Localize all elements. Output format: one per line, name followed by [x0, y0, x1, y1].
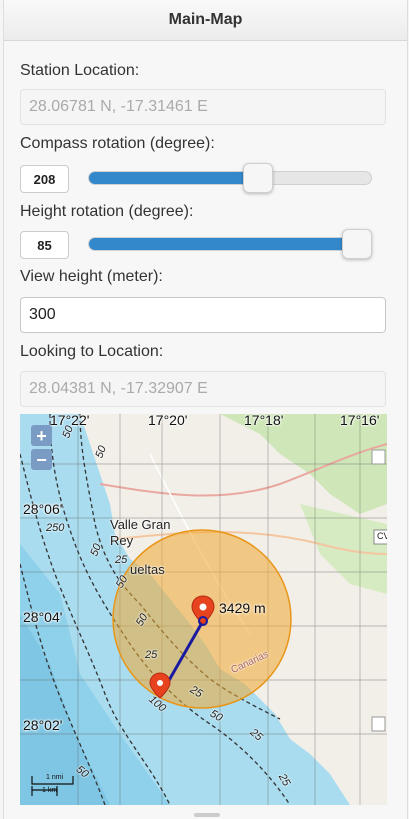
view-height-input[interactable]: 300: [20, 297, 386, 333]
lon-tick-4: 17°16': [340, 414, 380, 428]
lon-tick-2: 17°20': [148, 414, 188, 428]
compass-rotation-fill: [89, 172, 259, 184]
distance-label: 3429 m: [219, 600, 266, 616]
station-location-label: Station Location:: [20, 62, 140, 79]
looking-location-field: 28.04381 N, -17.32907 E: [20, 371, 386, 407]
looking-location-label: Looking to Location:: [20, 343, 164, 360]
lat-tick-2: 28°04': [23, 609, 63, 625]
depth-label: 25: [115, 554, 128, 566]
broken-image-icon: [371, 449, 386, 465]
road-label: CV: [377, 531, 387, 541]
panel-resize-grip[interactable]: [194, 813, 220, 817]
place-label-vueltas: ueltas: [130, 562, 165, 577]
panel-title: Main-Map: [168, 11, 243, 28]
lat-tick-1: 28°06': [23, 501, 63, 517]
height-rotation-track[interactable]: [88, 237, 372, 251]
map-scale: 1 nmi 1 km: [32, 773, 72, 797]
place-label-valle: Valle Gran: [110, 517, 171, 532]
lon-tick-3: 17°18': [244, 414, 284, 428]
station-location-field: 28.06781 N, -17.31461 E: [20, 89, 386, 125]
height-rotation-input[interactable]: 85: [20, 231, 69, 259]
scale-nmi-label: 1 nmi: [46, 774, 64, 781]
compass-rotation-label: Compass rotation (degree):: [20, 135, 215, 152]
height-rotation-thumb[interactable]: [342, 229, 372, 259]
main-map-panel: Main-Map Station Location: 28.06781 N, -…: [3, 0, 408, 819]
compass-rotation-track[interactable]: [88, 171, 372, 185]
place-label-rey: Rey: [110, 533, 134, 548]
compass-rotation-thumb[interactable]: [243, 163, 273, 193]
zoom-in-button[interactable]: +: [31, 425, 52, 446]
scale-km-label: 1 km: [42, 787, 58, 794]
map-tiles: [20, 414, 387, 805]
view-height-label: View height (meter):: [20, 268, 163, 285]
panel-header: Main-Map: [4, 0, 407, 41]
map-view[interactable]: + − 17°22' 17°20' 17°18' 17°16' 28°06' 2…: [20, 414, 387, 805]
depth-label: 250: [46, 522, 65, 534]
zoom-out-button[interactable]: −: [31, 449, 52, 470]
compass-rotation-input[interactable]: 208: [20, 165, 69, 193]
broken-image-icon-2: [371, 716, 386, 732]
lat-tick-3: 28°02': [23, 717, 63, 733]
height-rotation-fill: [89, 238, 359, 250]
depth-label: 25: [145, 649, 158, 661]
height-rotation-label: Height rotation (degree):: [20, 203, 194, 220]
